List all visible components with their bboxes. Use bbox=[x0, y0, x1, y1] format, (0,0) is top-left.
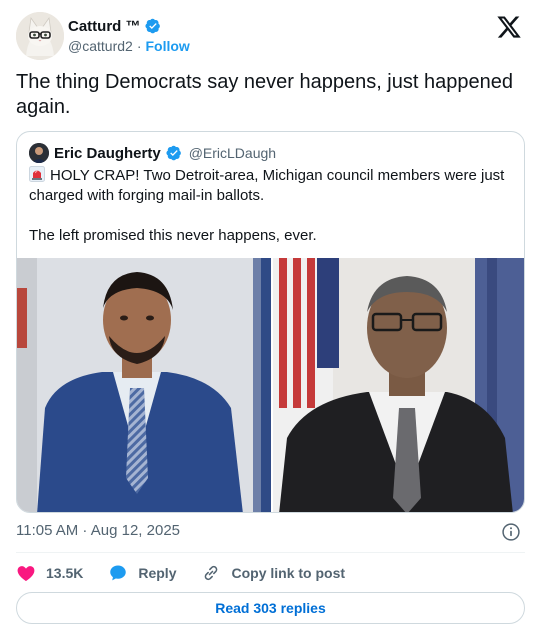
quoted-handle: @EricLDaugh bbox=[188, 145, 277, 161]
divider bbox=[16, 552, 525, 553]
tweet-timestamp[interactable]: 11:05 AM · Aug 12, 2025 bbox=[16, 522, 180, 539]
author-display-name[interactable]: Catturd ™ bbox=[68, 18, 141, 35]
quoted-avatar-image bbox=[29, 143, 49, 163]
rotating-light-emoji-icon bbox=[29, 166, 45, 182]
like-count: 13.5K bbox=[46, 565, 84, 581]
speech-bubble-icon bbox=[110, 565, 127, 581]
quoted-author-avatar bbox=[29, 143, 49, 163]
copy-link-label: Copy link to post bbox=[231, 565, 346, 581]
author-names: Catturd ™ @catturd2 · Follow bbox=[68, 16, 190, 55]
like-button[interactable]: 13.5K bbox=[16, 563, 83, 583]
verified-badge-icon bbox=[144, 18, 160, 34]
link-icon bbox=[205, 565, 218, 581]
copy-link-button[interactable]: Copy link to post bbox=[201, 563, 345, 583]
author-handle[interactable]: @catturd2 bbox=[68, 38, 133, 54]
tweet-text: The thing Democrats say never happens, j… bbox=[16, 71, 513, 118]
quoted-tweet-photo[interactable] bbox=[17, 258, 524, 512]
quoted-text-line-2: The left promised this never happens, ev… bbox=[29, 227, 317, 244]
two-men-portrait-photo bbox=[17, 258, 524, 512]
info-icon[interactable] bbox=[501, 522, 521, 542]
quoted-text-line-1: HOLY CRAP! Two Detroit-area, Michigan co… bbox=[29, 167, 505, 204]
quoted-tweet-text: HOLY CRAP! Two Detroit-area, Michigan co… bbox=[29, 166, 514, 246]
reply-button[interactable]: Reply bbox=[108, 563, 176, 583]
read-replies-button[interactable]: Read 303 replies bbox=[16, 592, 525, 624]
cat-avatar-image bbox=[16, 12, 64, 60]
x-logo-icon[interactable] bbox=[496, 14, 522, 40]
author-avatar[interactable] bbox=[16, 12, 64, 60]
quoted-tweet-header: Eric Daugherty @EricLDaugh bbox=[29, 143, 276, 163]
quoted-display-name: Eric Daugherty bbox=[54, 144, 161, 162]
verified-badge-icon bbox=[166, 145, 181, 161]
follow-button[interactable]: Follow bbox=[145, 38, 189, 54]
handle-separator: · bbox=[136, 38, 142, 54]
heart-icon bbox=[17, 566, 35, 581]
reply-label: Reply bbox=[138, 565, 177, 581]
quoted-tweet-card[interactable]: Eric Daugherty @EricLDaugh HOLY CRAP! Tw… bbox=[16, 131, 525, 513]
action-bar: 13.5K Reply Copy link to post bbox=[16, 562, 345, 584]
tweet-header: Catturd ™ @catturd2 · Follow bbox=[16, 12, 526, 60]
